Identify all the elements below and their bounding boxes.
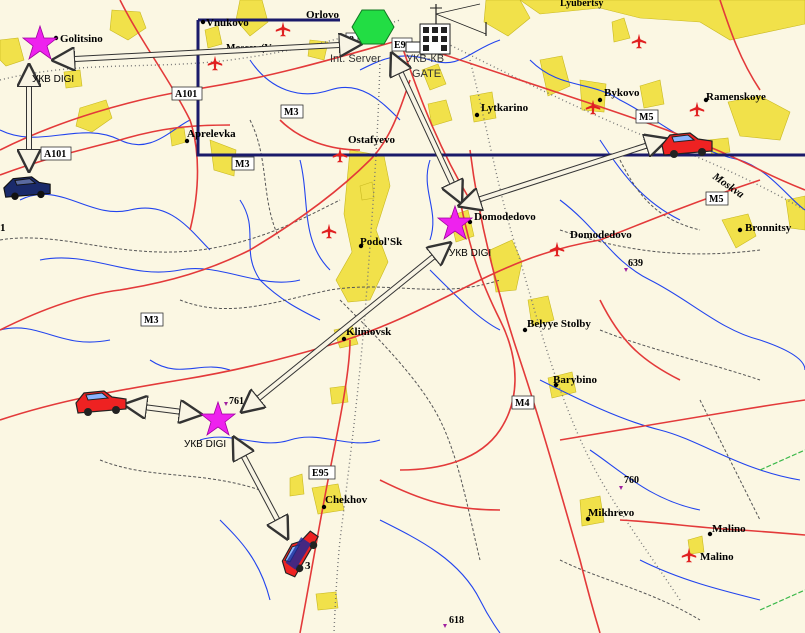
station-label: УКВ DIGI bbox=[184, 439, 226, 450]
place-lytkarino: Lytkarino bbox=[481, 102, 529, 114]
place-mikhrevo: Mikhrevo bbox=[588, 507, 635, 519]
map-canvas[interactable]: Moskva Golitsino Vnukovo Orlovo Moscow(V… bbox=[0, 0, 805, 633]
place-ramenskoye: Ramenskoye bbox=[706, 91, 766, 103]
svg-text:M5: M5 bbox=[639, 112, 653, 123]
elevation-761: 761 bbox=[229, 396, 244, 407]
place-domodedovo-airport: Domodedovo bbox=[570, 229, 632, 241]
place-orlovo: Orlovo bbox=[306, 9, 339, 21]
road-shield-m3-low: M3 bbox=[140, 312, 164, 327]
place-golitsino: Golitsino bbox=[60, 33, 103, 45]
server-label: Int. Server bbox=[330, 53, 381, 65]
place-vnukovo: Vnukovo bbox=[206, 17, 249, 29]
place-aprelevka: Aprelevka bbox=[187, 128, 236, 140]
road-shield-a101-left: A101 bbox=[40, 146, 72, 161]
elevation-639: 639 bbox=[628, 258, 643, 269]
place-podolsk: Podol'Sk bbox=[360, 236, 403, 248]
station-label: УКВ DIGI bbox=[32, 74, 74, 85]
station-label: УКВ DIGI bbox=[449, 248, 491, 259]
svg-text:M3: M3 bbox=[235, 159, 249, 170]
svg-text:A101: A101 bbox=[44, 149, 66, 160]
edge-label: 1 bbox=[0, 222, 6, 234]
map-svg: Moskva Golitsino Vnukovo Orlovo Moscow(V… bbox=[0, 0, 805, 633]
edge-label: 3 bbox=[305, 560, 311, 572]
road-shield-a101-top: A101 bbox=[171, 86, 203, 101]
map-background bbox=[0, 0, 805, 633]
svg-text:M5: M5 bbox=[709, 194, 723, 205]
svg-text:M3: M3 bbox=[284, 107, 298, 118]
road-shield-m4: M4 bbox=[511, 395, 535, 410]
gate-band-label: УКВ-КВ bbox=[406, 53, 444, 65]
place-chekhov: Chekhov bbox=[325, 494, 368, 506]
svg-text:E95: E95 bbox=[312, 468, 329, 479]
svg-text:M3: M3 bbox=[144, 315, 158, 326]
place-klimovsk: Klimovsk bbox=[346, 326, 392, 338]
road-shield-m3-mid: M3 bbox=[231, 156, 255, 171]
elevation-760: 760 bbox=[624, 475, 639, 486]
svg-text:E9: E9 bbox=[394, 40, 406, 51]
road-shield-e95: E95 bbox=[308, 465, 336, 480]
place-lyubertsy: Lyubertsy bbox=[560, 0, 603, 9]
place-ostafyevo: Ostafyevo bbox=[348, 134, 396, 146]
road-shield-m5-right: M5 bbox=[705, 191, 729, 206]
svg-text:M4: M4 bbox=[515, 398, 529, 409]
elevation-618: 618 bbox=[449, 615, 464, 626]
gate-label: GATE bbox=[412, 68, 441, 80]
road-shield-m3-top: M3 bbox=[280, 104, 304, 119]
place-domodedovo-city: Domodedovo bbox=[474, 211, 536, 223]
place-belyye-stolby: Belyye Stolby bbox=[527, 318, 591, 330]
place-bronnitsy: Bronnitsy bbox=[745, 222, 792, 234]
place-bykovo: Bykovo bbox=[604, 87, 640, 99]
svg-text:A101: A101 bbox=[175, 89, 197, 100]
place-malino-town: Malino bbox=[712, 523, 746, 535]
road-shield-m5-top: M5 bbox=[635, 109, 659, 124]
place-malino-airport: Malino bbox=[700, 551, 734, 563]
place-barybino: Barybino bbox=[553, 374, 598, 386]
